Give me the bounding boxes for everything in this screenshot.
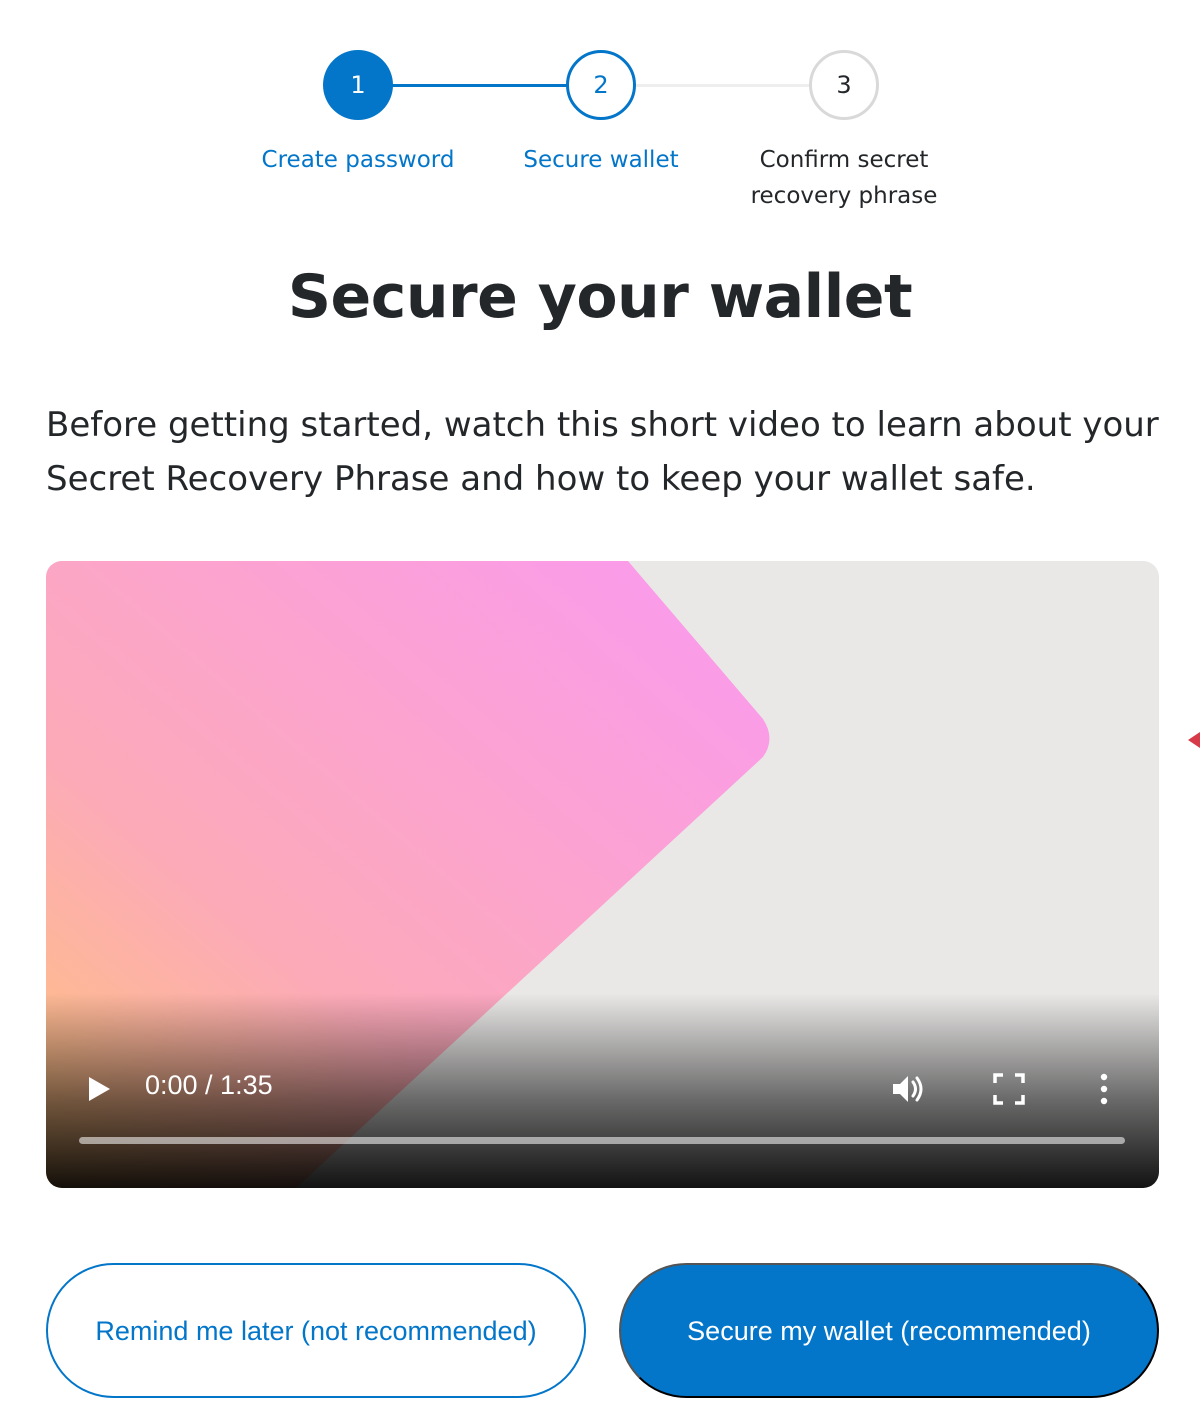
volume-icon[interactable]	[889, 1069, 929, 1109]
step-2-number: 2	[593, 71, 609, 99]
fullscreen-icon[interactable]	[991, 1071, 1027, 1107]
page-title: Secure your wallet	[287, 262, 913, 332]
secure-wallet-page: 1 2 3 Create password Secure wallet Conf…	[0, 0, 1200, 1427]
secure-wallet-button[interactable]: Secure my wallet (recommended)	[619, 1263, 1159, 1398]
video-progress-bar[interactable]	[79, 1137, 1125, 1144]
stepper-line-complete	[392, 84, 567, 87]
step-1-number: 1	[350, 71, 366, 99]
stepper-line-upcoming	[636, 84, 810, 87]
step-1-label: Create password	[261, 147, 455, 173]
intro-text: Before getting started, watch this short…	[46, 405, 1159, 499]
more-options-icon[interactable]	[1094, 1069, 1114, 1109]
step-2-circle: 2	[566, 50, 636, 120]
step-1-circle: 1	[323, 50, 393, 120]
remind-later-button[interactable]: Remind me later (not recommended)	[46, 1263, 586, 1398]
carousel-arrow-icon[interactable]	[1186, 728, 1200, 752]
step-3-number: 3	[836, 71, 852, 99]
step-2-label: Secure wallet	[523, 147, 679, 173]
step-3-label: Confirm secret recovery phrase	[750, 147, 938, 209]
play-icon[interactable]	[86, 1074, 114, 1104]
step-3-circle: 3	[809, 50, 879, 120]
video-player[interactable]: 0:00 / 1:35	[46, 561, 1159, 1188]
video-time: 0:00 / 1:35	[145, 1070, 273, 1100]
